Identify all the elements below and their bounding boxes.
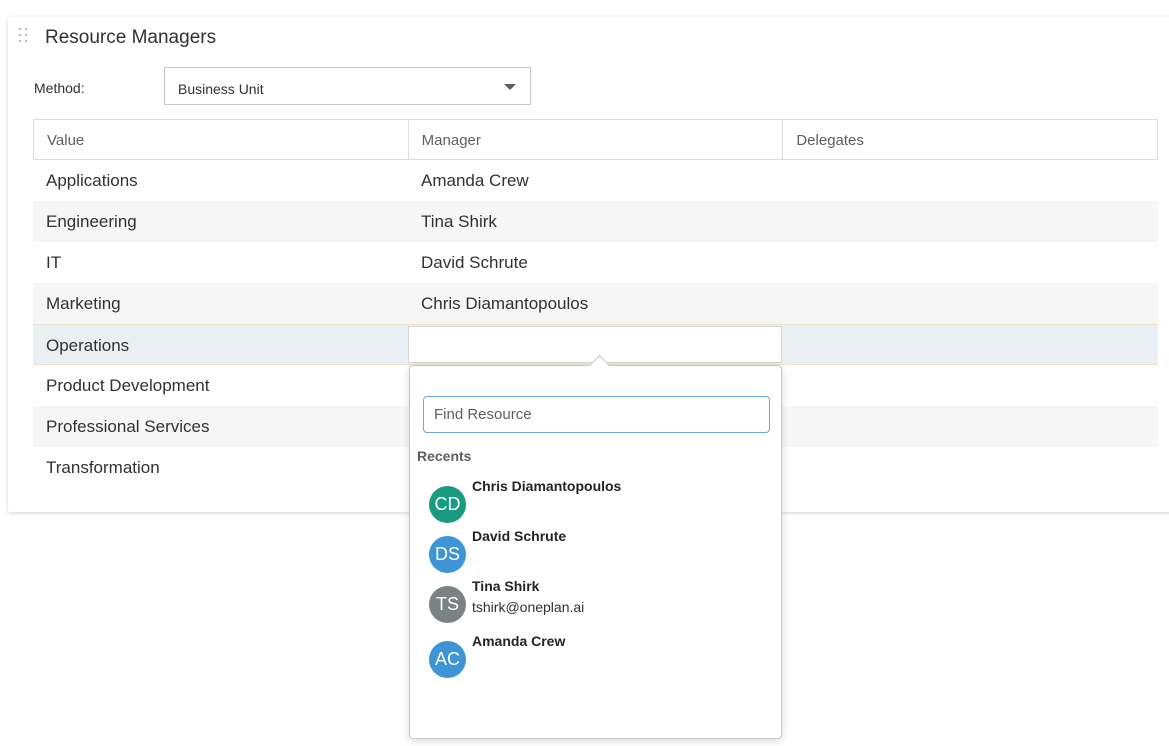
chevron-down-icon	[504, 84, 516, 90]
recent-person-item[interactable]: TS Tina Shirk tshirk@oneplan.ai	[429, 578, 769, 630]
cell-manager[interactable]: Amanda Crew	[408, 160, 783, 201]
cell-delegates[interactable]	[783, 447, 1158, 488]
cell-value: Applications	[46, 171, 138, 190]
cell-delegates[interactable]	[783, 325, 1158, 364]
table-row[interactable]: Applications Amanda Crew	[33, 160, 1158, 201]
find-resource-input[interactable]	[423, 396, 770, 433]
cell-value: Marketing	[46, 294, 121, 313]
resource-picker-popup: Recents CD Chris Diamantopoulos DS David…	[409, 354, 782, 739]
table-row[interactable]: Marketing Chris Diamantopoulos	[33, 283, 1158, 324]
cell-delegates[interactable]	[783, 283, 1158, 324]
method-selected-value: Business Unit	[178, 81, 264, 97]
cell-value: Professional Services	[46, 417, 210, 436]
cell-value: Transformation	[46, 458, 160, 477]
cell-value: Engineering	[46, 212, 137, 231]
table-header: Value Manager Delegates	[33, 119, 1158, 160]
avatar: AC	[429, 641, 466, 678]
cell-value: IT	[46, 253, 62, 272]
table-row[interactable]: IT David Schrute	[33, 242, 1158, 283]
method-label: Method:	[34, 80, 85, 96]
recent-person-item[interactable]: DS David Schrute	[429, 528, 769, 580]
column-header-value[interactable]: Value	[34, 120, 409, 159]
person-name: Tina Shirk	[472, 578, 540, 594]
cell-delegates[interactable]	[783, 160, 1158, 201]
cell-delegates[interactable]	[783, 201, 1158, 242]
recent-person-item[interactable]: AC Amanda Crew	[429, 633, 769, 685]
avatar: DS	[429, 536, 466, 573]
person-name: David Schrute	[472, 528, 567, 544]
table-row[interactable]: Engineering Tina Shirk	[33, 201, 1158, 242]
recents-heading: Recents	[417, 448, 472, 464]
person-name: Amanda Crew	[472, 633, 566, 649]
method-dropdown[interactable]: Business Unit	[164, 67, 531, 105]
cell-delegates[interactable]	[783, 406, 1158, 447]
person-email: tshirk@oneplan.ai	[472, 599, 585, 615]
section-title: Resource Managers	[45, 27, 217, 48]
cell-value: Product Development	[46, 376, 210, 395]
cell-delegates[interactable]	[783, 242, 1158, 283]
cell-manager[interactable]: Tina Shirk	[408, 201, 783, 242]
avatar: CD	[429, 486, 466, 523]
avatar: TS	[429, 586, 466, 623]
column-header-manager[interactable]: Manager	[409, 120, 784, 159]
person-name: Chris Diamantopoulos	[472, 478, 622, 494]
cell-delegates[interactable]	[783, 365, 1158, 406]
drag-handle-icon[interactable]	[19, 28, 29, 44]
column-header-delegates[interactable]: Delegates	[783, 120, 1157, 159]
recent-person-item[interactable]: CD Chris Diamantopoulos	[429, 478, 769, 530]
cell-value: Operations	[46, 336, 130, 355]
cell-manager[interactable]: David Schrute	[408, 242, 783, 283]
cell-manager[interactable]: Chris Diamantopoulos	[408, 283, 783, 324]
